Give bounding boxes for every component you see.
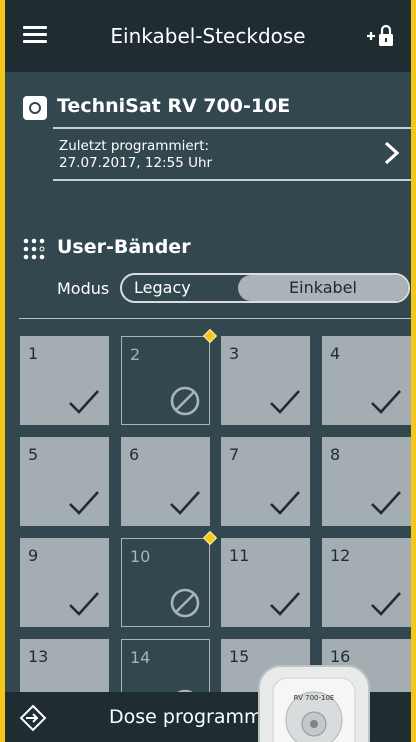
- checkmark-icon: [371, 390, 401, 414]
- checkmark-icon: [170, 491, 200, 515]
- divider: [19, 318, 411, 319]
- last-programmed-label: Zuletzt programmiert:: [59, 138, 210, 154]
- user-band-cell-11[interactable]: 11: [221, 538, 310, 627]
- add-lock-icon[interactable]: [365, 22, 397, 50]
- checkmark-icon: [371, 491, 401, 515]
- user-band-cell-4[interactable]: 4: [322, 336, 411, 425]
- user-band-cell-8[interactable]: 8: [322, 437, 411, 526]
- user-band-number: 3: [229, 344, 240, 363]
- user-band-number: 7: [229, 445, 240, 464]
- modus-segmented-control: Legacy Einkabel: [120, 273, 410, 303]
- modus-label: Modus: [57, 279, 110, 298]
- disabled-icon: [170, 386, 200, 416]
- user-band-cell-6[interactable]: 6: [121, 437, 210, 526]
- user-band-cell-12[interactable]: 12: [322, 538, 411, 627]
- user-band-cell-3[interactable]: 3: [221, 336, 310, 425]
- user-band-number: 5: [28, 445, 39, 464]
- user-band-number: 9: [28, 546, 39, 565]
- user-band-number: 6: [129, 445, 140, 464]
- last-programmed-value: 27.07.2017, 12:55 Uhr: [59, 155, 213, 171]
- checkmark-icon: [69, 390, 99, 414]
- checkmark-icon: [270, 390, 300, 414]
- checkmark-icon: [270, 592, 300, 616]
- socket-product-image: RV 700-10E: [258, 665, 370, 742]
- user-band-number: 15: [229, 647, 250, 666]
- modus-option-legacy[interactable]: Legacy: [122, 275, 250, 301]
- user-band-number: 14: [130, 648, 151, 667]
- device-icon: [23, 96, 47, 120]
- login-arrow-icon: [19, 704, 47, 732]
- disabled-icon: [170, 588, 200, 618]
- user-band-number: 4: [330, 344, 341, 363]
- bands-title: User-Bänder: [57, 236, 191, 258]
- user-band-cell-9[interactable]: 9: [20, 538, 109, 627]
- app-screen: Einkabel-Steckdose TechniSat RV 700-10E …: [5, 0, 411, 742]
- user-band-number: 12: [330, 546, 351, 565]
- device-details-row[interactable]: Zuletzt programmiert: 27.07.2017, 12:55 …: [53, 127, 411, 181]
- chevron-right-icon: [384, 141, 400, 165]
- checkmark-icon: [270, 491, 300, 515]
- user-band-number: 1: [28, 344, 39, 363]
- bands-icon: [23, 238, 45, 260]
- checkmark-icon: [69, 592, 99, 616]
- checkmark-icon: [69, 491, 99, 515]
- user-band-cell-5[interactable]: 5: [20, 437, 109, 526]
- user-band-number: 10: [130, 547, 151, 566]
- checkmark-icon: [371, 592, 401, 616]
- user-band-number: 2: [130, 345, 141, 364]
- device-name: TechniSat RV 700-10E: [57, 95, 291, 117]
- page-title: Einkabel-Steckdose: [110, 24, 306, 48]
- user-band-number: 13: [28, 647, 49, 666]
- header-bar: Einkabel-Steckdose: [5, 0, 411, 72]
- user-band-cell-10[interactable]: 10: [121, 538, 210, 627]
- user-band-cell-1[interactable]: 1: [20, 336, 109, 425]
- socket-model-text: RV 700-10E: [294, 694, 335, 702]
- user-band-cell-2[interactable]: 2: [121, 336, 210, 425]
- user-band-cell-7[interactable]: 7: [221, 437, 310, 526]
- user-band-number: 8: [330, 445, 341, 464]
- user-band-number: 11: [229, 546, 250, 565]
- modus-option-einkabel[interactable]: Einkabel: [238, 275, 408, 301]
